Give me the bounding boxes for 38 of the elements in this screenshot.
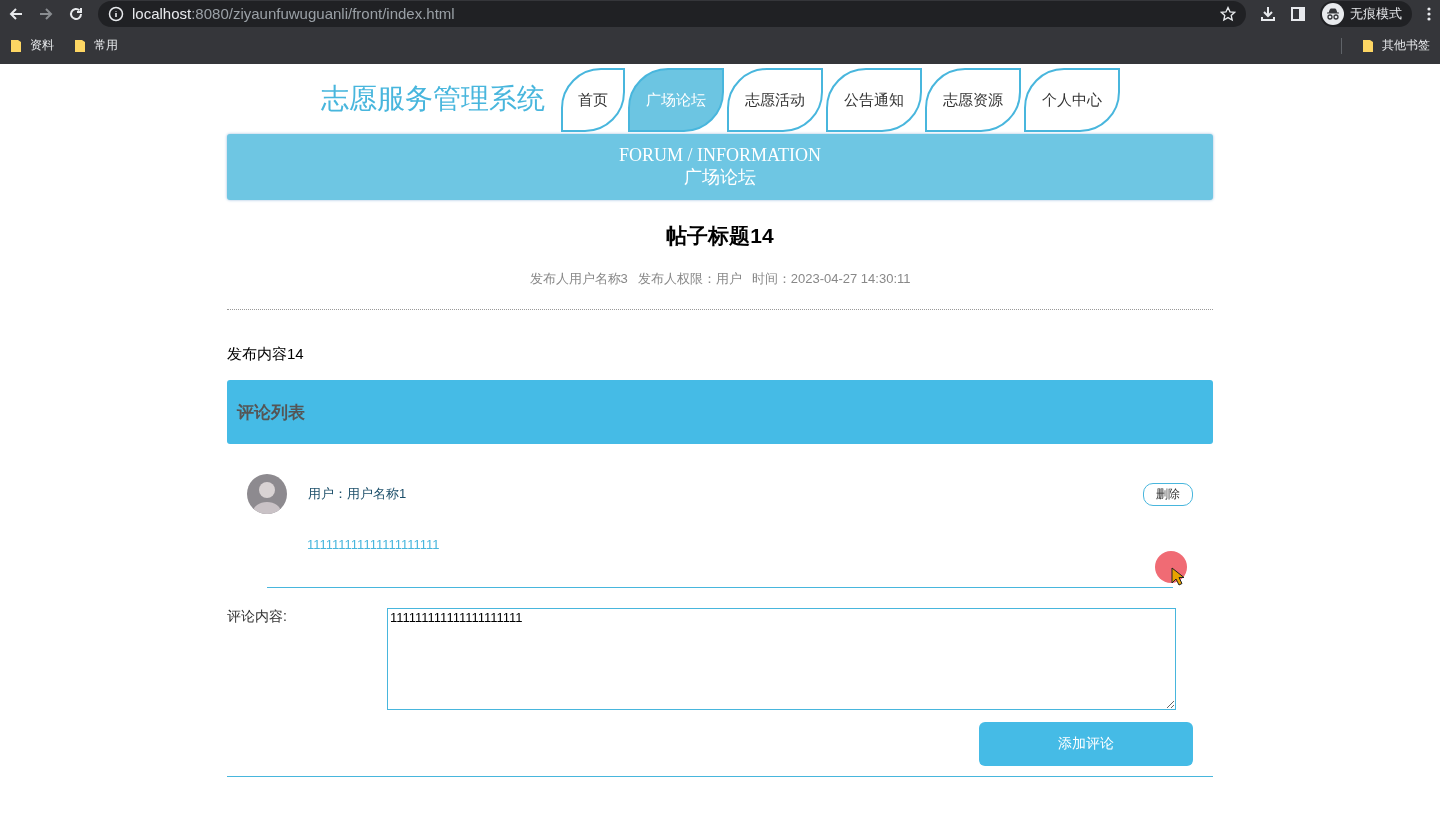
post-title: 帖子标题14 [665, 223, 775, 249]
bookmark-item[interactable]: 其他书签 [1362, 37, 1430, 54]
nav-tab[interactable]: 公告通知 [825, 68, 922, 132]
info-icon[interactable] [108, 5, 124, 22]
reload-icon[interactable] [68, 5, 84, 22]
nav-tab[interactable]: 志愿活动 [726, 68, 823, 132]
post-author: 发布人用户名称3 [529, 270, 628, 288]
field-label: 评论内容: [227, 608, 288, 626]
folder-icon [1362, 38, 1374, 53]
incognito-badge[interactable]: 无痕模式 [1320, 0, 1412, 27]
forward-icon[interactable] [38, 5, 54, 22]
star-icon[interactable] [1220, 5, 1236, 22]
post-time: 时间：2023-04-27 14:30:11 [751, 270, 911, 288]
banner-subtitle: FORUM / INFORMATION [619, 145, 821, 165]
side-panel-icon[interactable] [1290, 5, 1306, 22]
comment-text: 111111111111111111111 [307, 537, 441, 552]
url-text: localhost:8080/ziyaunfuwuguanli/front/index.html [132, 5, 455, 22]
comment-input[interactable]: 111111111111111111111 [387, 608, 1176, 710]
menu-icon[interactable] [1426, 5, 1432, 22]
nav-tab[interactable]: 个人中心 [1023, 68, 1120, 132]
back-icon[interactable] [8, 5, 24, 22]
avatar-icon [247, 474, 287, 514]
folder-icon [10, 38, 22, 53]
bookmark-item[interactable]: 常用 [74, 37, 118, 54]
site-logo: 志愿服务管理系统 [320, 82, 545, 116]
address-bar[interactable]: localhost:8080/ziyaunfuwuguanli/front/index.html [98, 0, 1246, 27]
comments-heading: 评论列表 [237, 401, 305, 424]
nav-tab[interactable]: 志愿资源 [924, 68, 1021, 132]
post-role: 发布人权限：用户 [637, 270, 742, 288]
folder-icon [74, 38, 86, 53]
incognito-icon [1322, 2, 1344, 25]
bookmark-item[interactable]: 资料 [10, 37, 54, 54]
banner-title: 广场论坛 [684, 166, 756, 189]
download-icon[interactable] [1260, 5, 1276, 22]
nav-tab[interactable]: 首页 [560, 68, 625, 132]
post-content: 发布内容14 [227, 345, 305, 364]
comment-author: 用户：用户名称1 [308, 485, 408, 503]
delete-button[interactable]: 删除 [1143, 482, 1193, 506]
